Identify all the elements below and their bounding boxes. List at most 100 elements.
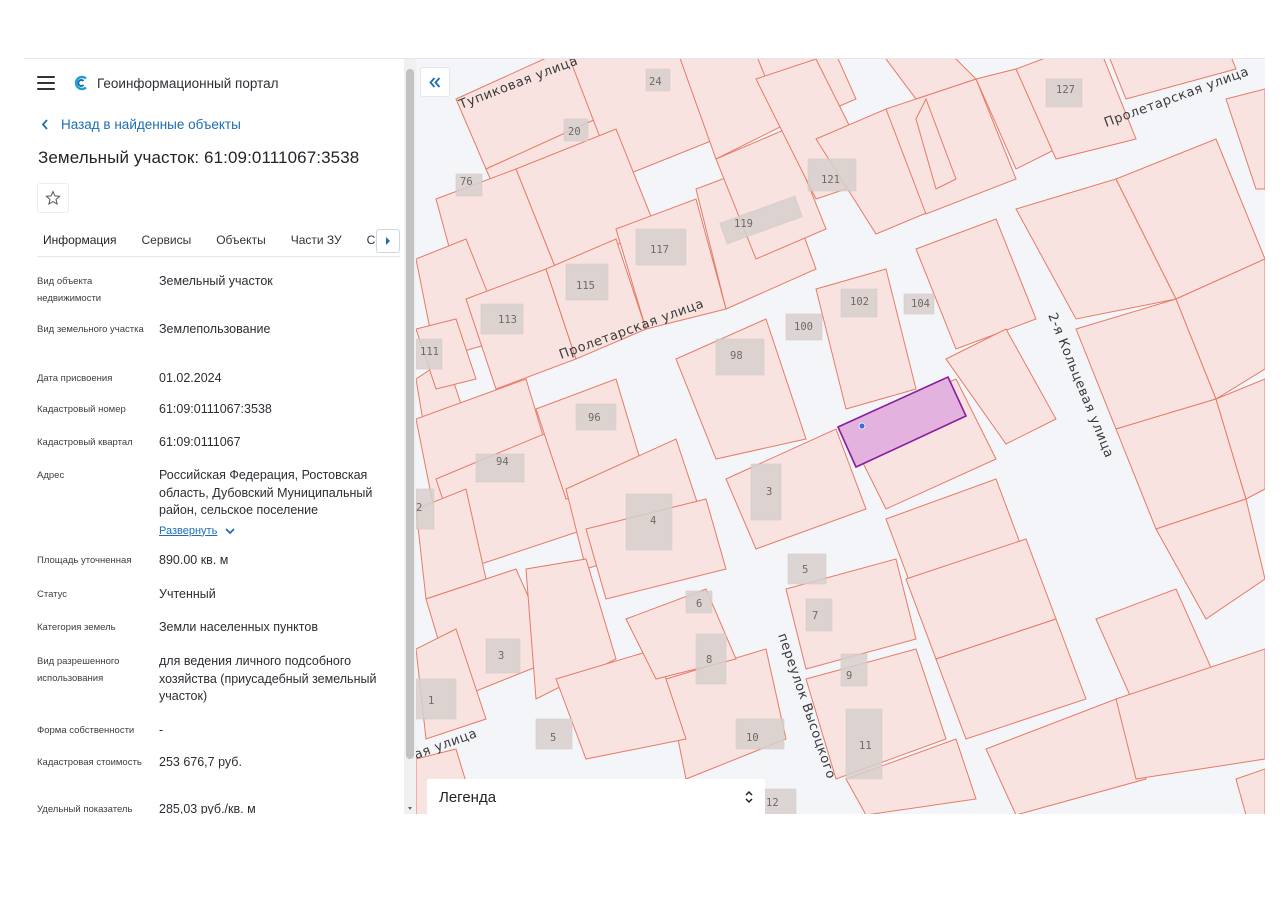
- house-number: 121: [821, 174, 840, 186]
- tabs-scroll-right-button[interactable]: [376, 229, 400, 253]
- house-number: 5: [550, 732, 556, 744]
- tab-bar: Информация Сервисы Объекты Части ЗУ Сост…: [37, 225, 400, 257]
- property-row: Удельный показатель 285,03 руб./кв. м: [37, 801, 393, 814]
- property-row: Форма собственности -: [37, 722, 393, 740]
- property-value: Земельный участок: [159, 274, 273, 288]
- house-number: 3: [766, 486, 772, 498]
- property-key: Кадастровая стоимость: [37, 757, 142, 768]
- property-row: Вид объекта недвижимости Земельный участ…: [37, 273, 393, 307]
- house-number: 11: [859, 740, 872, 752]
- chevron-down-icon: [225, 528, 235, 535]
- property-row: Кадастровая стоимость 253 676,7 руб.: [37, 754, 393, 772]
- house-number: 8: [706, 654, 712, 666]
- cadastral-map[interactable]: Тупиковая улица Пролетарская улица Проле…: [416, 59, 1265, 814]
- property-key: Площадь уточненная: [37, 555, 132, 566]
- house-number: 119: [734, 218, 753, 230]
- selected-parcel-marker: [858, 422, 866, 430]
- property-key: Статус: [37, 589, 68, 600]
- map-canvas[interactable]: Тупиковая улица Пролетарская улица Проле…: [416, 59, 1265, 814]
- back-link-label: Назад в найденные объекты: [61, 117, 241, 132]
- back-link[interactable]: Назад в найденные объекты: [41, 117, 241, 132]
- house-number: 102: [850, 296, 869, 308]
- property-value: Землепользование: [159, 322, 271, 336]
- house-number: 24: [649, 76, 662, 88]
- tab-parcel-parts[interactable]: Части ЗУ: [285, 225, 348, 256]
- house-number: 100: [794, 321, 813, 333]
- house-number: 98: [730, 350, 743, 362]
- property-row: Вид разрешенного использования для веден…: [37, 653, 393, 706]
- app-window: Геоинформационный портал Назад в найденн…: [24, 58, 1265, 814]
- property-row: Кадастровый квартал 61:09:0111067: [37, 434, 393, 452]
- property-row: Площадь уточненная 890.00 кв. м: [37, 552, 393, 570]
- house-number: 94: [496, 456, 509, 468]
- property-value: 61:09:0111067:3538: [159, 402, 272, 416]
- property-value: -: [159, 723, 164, 737]
- info-sidebar: Геоинформационный портал Назад в найденн…: [24, 59, 404, 814]
- menu-icon[interactable]: [37, 76, 55, 90]
- property-key: Вид объекта недвижимости: [37, 276, 102, 304]
- double-chevron-left-icon: [429, 76, 441, 88]
- property-row: Вид земельного участка Землепользование: [37, 321, 393, 339]
- property-key: Кадастровый квартал: [37, 437, 133, 448]
- house-number: 4: [650, 515, 656, 527]
- house-number: 12: [766, 797, 779, 809]
- property-key: Удельный показатель: [37, 804, 133, 814]
- legend-label: Легенда: [439, 788, 497, 806]
- scrollbar-thumb[interactable]: [406, 69, 414, 759]
- chevron-left-icon: [41, 119, 48, 130]
- property-key: Форма собственности: [37, 725, 135, 736]
- house-number: 104: [911, 298, 930, 310]
- property-value: 890.00 кв. м: [159, 553, 229, 567]
- property-value: 253 676,7 руб.: [159, 755, 242, 769]
- property-row: Статус Учтенный: [37, 586, 393, 604]
- property-value: Земли населенных пунктов: [159, 620, 318, 634]
- property-key: Кадастровый номер: [37, 404, 126, 415]
- house-number: 7: [812, 610, 818, 622]
- house-number: 117: [650, 244, 669, 256]
- house-number: 3: [498, 650, 504, 662]
- house-number: 20: [568, 126, 581, 138]
- house-number: 9: [846, 670, 852, 682]
- legend-toggle[interactable]: Легенда: [427, 779, 765, 814]
- house-number: 10: [746, 732, 759, 744]
- house-number: 2: [416, 502, 422, 514]
- house-number: 115: [576, 280, 595, 292]
- sidebar-scrollbar[interactable]: [404, 59, 416, 814]
- favorite-button[interactable]: [37, 183, 69, 213]
- up-down-icon: [745, 790, 753, 804]
- house-number: 127: [1056, 84, 1075, 96]
- property-value: 61:09:0111067: [159, 435, 241, 449]
- property-value: 285,03 руб./кв. м: [159, 802, 256, 814]
- address-text: Российская Федерация, Ростовская область…: [159, 468, 373, 517]
- property-key: Категория земель: [37, 622, 116, 633]
- property-key: Адрес: [37, 470, 65, 481]
- caret-right-icon: [386, 237, 390, 245]
- star-icon: [45, 190, 61, 206]
- house-number: 5: [802, 564, 808, 576]
- expand-label: Развернуть: [159, 524, 218, 537]
- property-key: Вид земельного участка: [37, 324, 144, 335]
- property-key: Вид разрешенного использования: [37, 656, 120, 684]
- property-row: Категория земель Земли населенных пункто…: [37, 619, 393, 637]
- house-number: 96: [588, 412, 601, 424]
- property-row-address: Адрес Российская Федерация, Ростовская о…: [37, 467, 393, 540]
- property-key: Дата присвоения: [37, 373, 113, 384]
- property-row: Дата присвоения 01.02.2024: [37, 370, 393, 388]
- property-value: для ведения личного подсобного хозяйства…: [159, 654, 377, 703]
- tab-services[interactable]: Сервисы: [135, 225, 197, 256]
- portal-title: Геоинформационный портал: [97, 75, 279, 91]
- collapse-panel-button[interactable]: [420, 67, 450, 97]
- scroll-down-arrow-icon[interactable]: [408, 807, 412, 810]
- portal-logo-icon: [74, 75, 87, 91]
- tab-objects[interactable]: Объекты: [210, 225, 272, 256]
- house-number: 113: [498, 314, 517, 326]
- portal-header: Геоинформационный портал: [37, 73, 278, 93]
- property-value: 01.02.2024: [159, 371, 222, 385]
- property-row: Кадастровый номер 61:09:0111067:3538: [37, 401, 393, 419]
- page-title: Земельный участок: 61:09:0111067:3538: [38, 148, 360, 167]
- property-value: Российская Федерация, Ростовская область…: [159, 467, 393, 540]
- house-number: 76: [460, 176, 473, 188]
- house-number: 1: [428, 695, 434, 707]
- expand-address-link[interactable]: Развернуть: [159, 523, 235, 541]
- tab-information[interactable]: Информация: [37, 225, 122, 256]
